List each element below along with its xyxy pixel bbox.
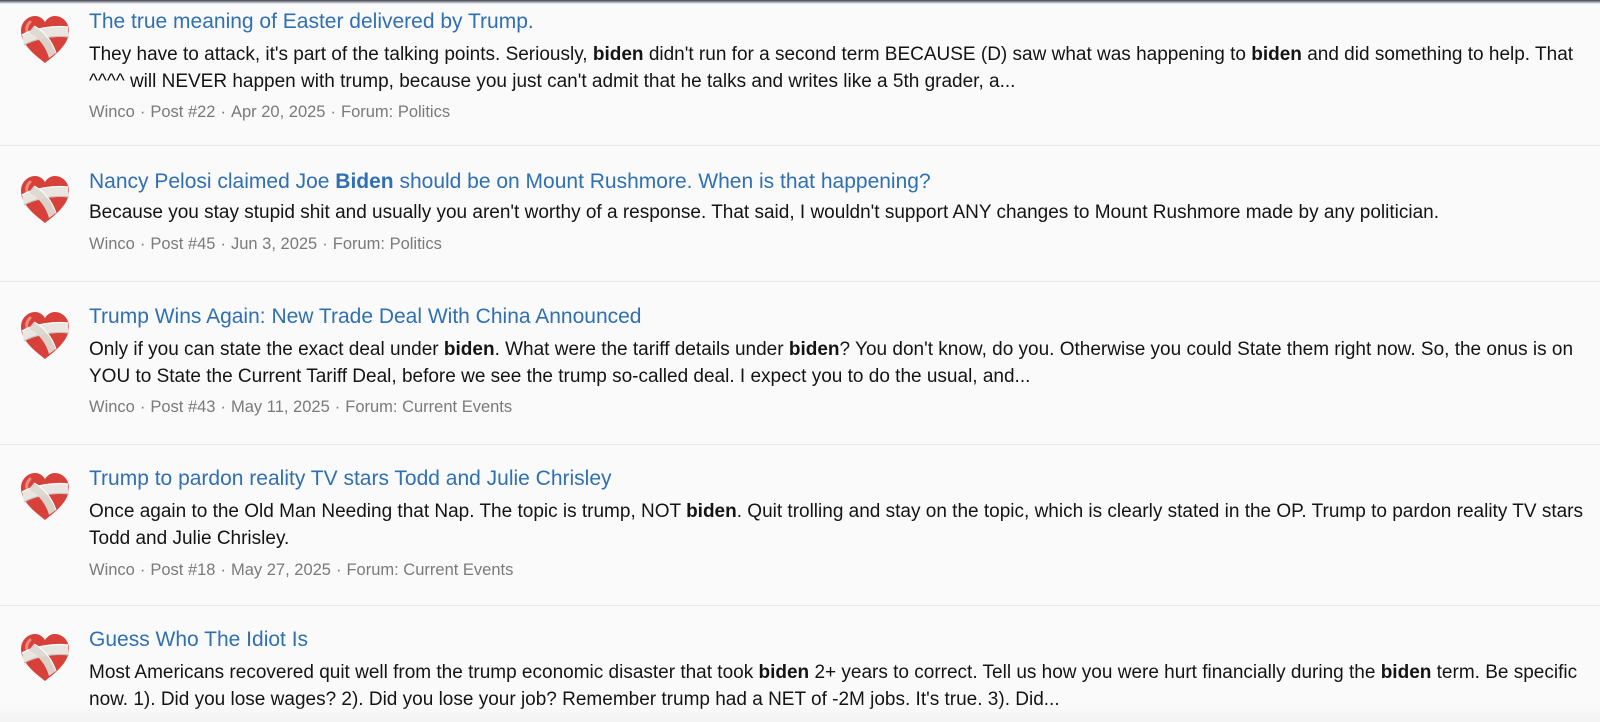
highlighted-term: biden <box>443 339 495 360</box>
post-date: Apr 20, 2025 <box>230 103 326 121</box>
text-segment: They have to attack, it's part of the ta… <box>89 44 593 65</box>
forum-link[interactable]: Forum: Politics <box>333 235 442 253</box>
post-date: May 27, 2025 <box>230 561 331 579</box>
result-meta: Winco · Post #43 · May 11, 2025 · Forum: Curre… <box>89 398 513 416</box>
result-title-link[interactable]: Guess Who The Idiot Is <box>89 627 1590 653</box>
text-segment: Nancy Pelosi claimed Joe <box>89 170 336 193</box>
bandaged-heart-svg <box>19 174 71 225</box>
result-snippet: They have to attack, it's part of the ta… <box>89 42 1594 95</box>
bandaged-heart-icon[interactable] <box>18 470 72 524</box>
post-number-link[interactable]: Post #43 <box>150 398 215 416</box>
result-title-link[interactable]: Trump Wins Again: New Trade Deal With Ch… <box>89 304 1590 330</box>
text-segment: 2+ years to correct. Tell us how you wer… <box>809 662 1381 683</box>
highlighted-term: Biden <box>335 170 394 193</box>
text-segment: Trump to pardon reality TV stars Todd an… <box>89 467 612 490</box>
result-snippet: Once again to the Old Man Needing that N… <box>89 499 1594 552</box>
bandaged-heart-icon[interactable] <box>18 309 72 363</box>
highlighted-term: biden <box>788 339 840 360</box>
result-meta: Winco · Post #22 · Apr 20, 2025 · Forum: Polit… <box>89 103 451 121</box>
search-result: Guess Who The Idiot Is Most Americans re… <box>0 606 1600 722</box>
result-title-link[interactable]: The true meaning of Easter delivered by … <box>89 9 1590 35</box>
author-link[interactable]: Winco <box>89 235 135 253</box>
result-snippet: Because you stay stupid shit and usually… <box>89 200 1594 227</box>
search-result: Trump to pardon reality TV stars Todd an… <box>0 445 1600 606</box>
result-meta: Winco · Post #45 · Jun 3, 2025 · Forum: Politi… <box>89 235 442 253</box>
text-segment: The true meaning of Easter delivered by … <box>89 10 534 33</box>
bandaged-heart-svg <box>19 14 71 65</box>
result-title-link[interactable]: Trump to pardon reality TV stars Todd an… <box>89 466 1590 492</box>
post-date: Jun 3, 2025 <box>230 235 318 253</box>
text-segment: should be on Mount Rushmore. When is tha… <box>393 170 931 193</box>
post-number-link[interactable]: Post #45 <box>150 235 215 253</box>
result-title-link[interactable]: Nancy Pelosi claimed Joe Biden should be… <box>89 169 1590 195</box>
search-result: Nancy Pelosi claimed Joe Biden should be… <box>0 146 1600 282</box>
author-link[interactable]: Winco <box>89 398 135 416</box>
forum-link[interactable]: Forum: Politics <box>341 103 450 121</box>
search-result: The true meaning of Easter delivered by … <box>0 0 1600 146</box>
bandaged-heart-icon[interactable] <box>18 631 72 685</box>
text-segment: Only if you can state the exact deal und… <box>89 339 444 360</box>
bandaged-heart-svg <box>19 310 71 361</box>
forum-link[interactable]: Forum: Current Events <box>346 561 513 579</box>
bandaged-heart-icon[interactable] <box>18 13 72 67</box>
highlighted-term: biden <box>1380 662 1432 683</box>
bottom-fade <box>0 706 1600 722</box>
text-segment: Trump Wins Again: New Trade Deal With Ch… <box>89 305 642 328</box>
text-segment: Because you stay stupid shit and usually… <box>89 202 1439 223</box>
bandaged-heart-svg <box>19 471 71 522</box>
author-link[interactable]: Winco <box>89 103 135 121</box>
text-segment: Once again to the Old Man Needing that N… <box>89 501 687 522</box>
search-result: Trump Wins Again: New Trade Deal With Ch… <box>0 282 1600 445</box>
text-segment: Most Americans recovered quit well from … <box>89 662 759 683</box>
text-segment: Guess Who The Idiot Is <box>89 628 309 651</box>
result-snippet: Only if you can state the exact deal und… <box>89 337 1594 390</box>
post-date: May 11, 2025 <box>230 398 330 416</box>
bandaged-heart-svg <box>19 632 71 683</box>
highlighted-term: biden <box>686 501 737 522</box>
bandaged-heart-icon[interactable] <box>18 173 72 227</box>
highlighted-term: biden <box>758 662 810 683</box>
post-number-link[interactable]: Post #18 <box>150 561 215 579</box>
text-segment: . What were the tariff details under <box>494 339 789 360</box>
highlighted-term: biden <box>1251 44 1302 65</box>
forum-link[interactable]: Forum: Current Events <box>345 398 512 416</box>
text-segment: didn't run for a second term BECAUSE (D)… <box>643 44 1252 65</box>
result-meta: Winco · Post #18 · May 27, 2025 · Forum: Curre… <box>89 561 514 579</box>
post-number-link[interactable]: Post #22 <box>150 103 215 121</box>
author-link[interactable]: Winco <box>89 561 135 579</box>
highlighted-term: biden <box>592 44 644 65</box>
